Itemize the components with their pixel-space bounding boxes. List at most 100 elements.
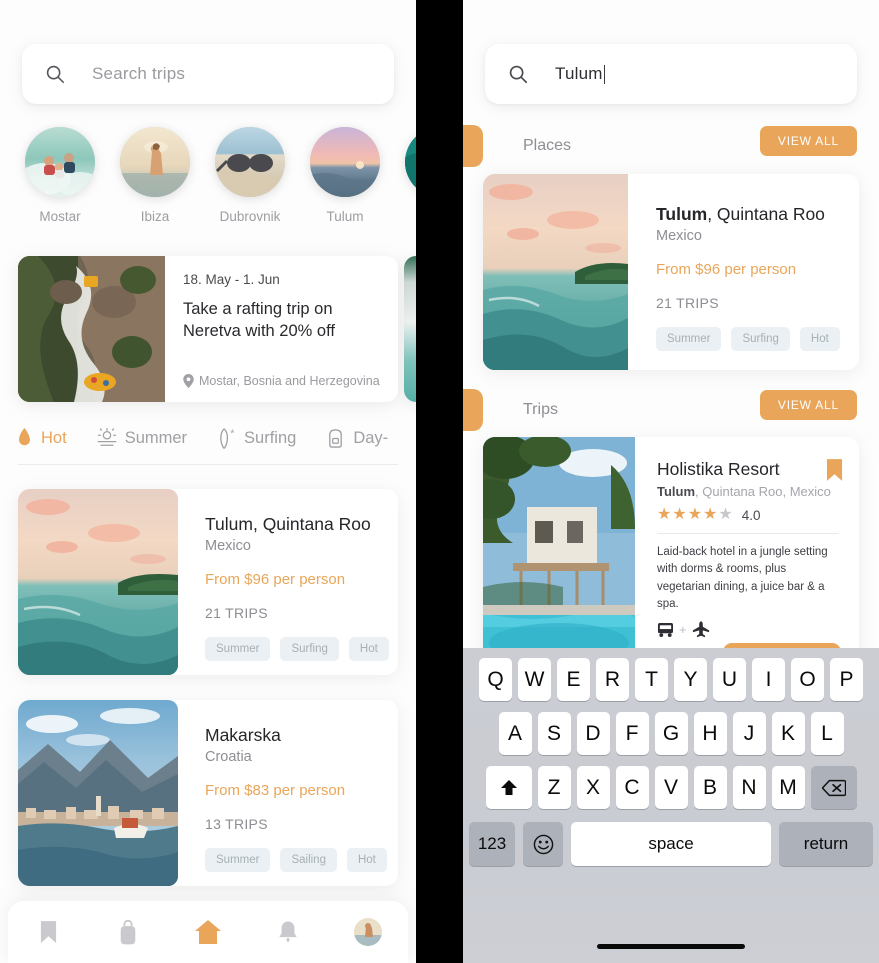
key-n[interactable]: N [732,766,766,809]
key-s[interactable]: S [537,712,571,755]
promo-location-text: Mostar, Bosnia and Herzegovina [199,374,380,388]
key-z[interactable]: Z [537,766,571,809]
story-item[interactable]: Ibiza [120,127,190,224]
promo-date: 18. May - 1. Jun [183,272,280,287]
search-input-left[interactable]: Search trips [92,64,185,84]
stories-row[interactable]: Mostar Ibiza Dubrovnik Tulum [0,127,416,245]
emoji-key[interactable] [523,822,563,866]
onscreen-keyboard[interactable]: Q W E R T Y U I O P A S D F G H J K L Z … [463,648,879,963]
key-c[interactable]: C [615,766,649,809]
key-o[interactable]: O [791,658,824,701]
chip[interactable]: Summer [205,848,271,872]
chip[interactable]: Summer [205,637,271,661]
story-item[interactable]: Dubrovnik [215,127,285,224]
key-w[interactable]: W [518,658,551,701]
section-header-trips: Trips VIEW ALL [463,389,879,431]
promo-title: Take a rafting trip on Neretva with 20% … [183,300,335,340]
nav-profile[interactable] [346,913,390,951]
chip[interactable]: Summer [656,327,722,351]
tab-surfing[interactable]: * Surfing [217,427,296,449]
plus-sign: + [679,622,687,637]
promo-card[interactable]: 18. May - 1. Jun Take a rafting trip on … [18,256,398,402]
story-label: Dubrovnik [219,209,281,224]
backspace-key[interactable] [810,766,857,809]
key-a[interactable]: A [498,712,532,755]
tab-summer[interactable]: Summer [97,428,187,448]
key-v[interactable]: V [654,766,688,809]
key-q[interactable]: Q [479,658,512,701]
key-h[interactable]: H [693,712,727,755]
search-bar-left[interactable]: Search trips [22,44,394,104]
bus-icon [657,622,674,637]
chip[interactable]: Hot [346,848,387,872]
key-l[interactable]: L [810,712,844,755]
chip[interactable]: Surfing [731,327,790,351]
keyboard-row-3: Z X C V B N M [463,766,879,809]
avatar-icon [354,918,382,946]
trip-subtitle: Mexico [205,538,251,554]
key-e[interactable]: E [557,658,590,701]
search-bar-right[interactable]: Tulum [485,44,857,104]
key-u[interactable]: U [713,658,746,701]
trip-result-divider [657,533,839,534]
category-tabs[interactable]: Hot Summer * Surfing Day- [16,415,416,461]
place-result-card[interactable]: Tulum, Quintana Roo Mexico From $96 per … [483,174,859,370]
tab-label: Hot [41,428,67,447]
key-i[interactable]: I [752,658,785,701]
chip[interactable]: Hot [348,637,389,661]
bookmark-flag-icon[interactable] [826,459,843,487]
trip-result-sub-match: Tulum [657,484,696,499]
story-item[interactable] [405,127,416,209]
view-all-places-button[interactable]: VIEW ALL [759,126,857,156]
star-filled: ★ [703,506,718,523]
key-m[interactable]: M [771,766,805,809]
key-j[interactable]: J [732,712,766,755]
rating-stars: ★ ★ ★ ★ ★ 4.0 [657,507,841,523]
view-all-trips-button[interactable]: VIEW ALL [759,390,857,420]
promo-image [18,256,165,402]
key-d[interactable]: D [576,712,610,755]
tab-daytrips[interactable]: Day- [326,428,388,448]
bottom-navigation[interactable] [8,901,408,963]
flame-icon [19,428,30,446]
star-filled: ★ [672,506,687,523]
promo-card-next-peek[interactable] [404,256,416,402]
nav-home[interactable] [186,913,230,951]
key-b[interactable]: B [693,766,727,809]
story-item[interactable]: Tulum [310,127,380,224]
story-avatar [405,127,416,197]
key-k[interactable]: K [771,712,805,755]
map-pin-icon [183,374,194,388]
backpack-icon [329,429,343,448]
key-t[interactable]: T [635,658,668,701]
story-avatar [310,127,380,197]
star-filled: ★ [657,506,672,523]
trip-title: Tulum, Quintana Roo [205,514,371,534]
trip-result-card[interactable]: Holistika Resort Tulum, Quintana Roo, Me… [483,437,859,667]
keyboard-row-2: A S D F G H J K L [463,712,879,755]
chip[interactable]: Hot [799,327,840,351]
chip[interactable]: Sailing [280,848,337,872]
key-x[interactable]: X [576,766,610,809]
key-r[interactable]: R [596,658,629,701]
space-key[interactable]: space [571,822,771,866]
return-key[interactable]: return [779,822,873,866]
trip-card[interactable]: Makarska Croatia From $83 per person 13 … [18,700,398,886]
tab-hot[interactable]: Hot [16,428,67,448]
numeric-key[interactable]: 123 [469,822,515,866]
key-f[interactable]: F [615,712,649,755]
nav-bag[interactable] [106,913,150,951]
trip-title: Makarska [205,725,281,745]
nav-notifications[interactable] [266,913,310,951]
key-g[interactable]: G [654,712,688,755]
shift-key[interactable] [485,766,532,809]
chip[interactable]: Surfing [280,637,339,661]
story-item[interactable]: Mostar [25,127,95,224]
search-input-right[interactable]: Tulum [555,64,603,84]
key-p[interactable]: P [830,658,863,701]
story-label: Ibiza [140,209,170,224]
nav-bookmarks[interactable] [26,913,70,951]
trip-card[interactable]: Tulum, Quintana Roo Mexico From $96 per … [18,489,398,675]
key-y[interactable]: Y [674,658,707,701]
place-chips: Summer Surfing Hot [656,327,859,351]
